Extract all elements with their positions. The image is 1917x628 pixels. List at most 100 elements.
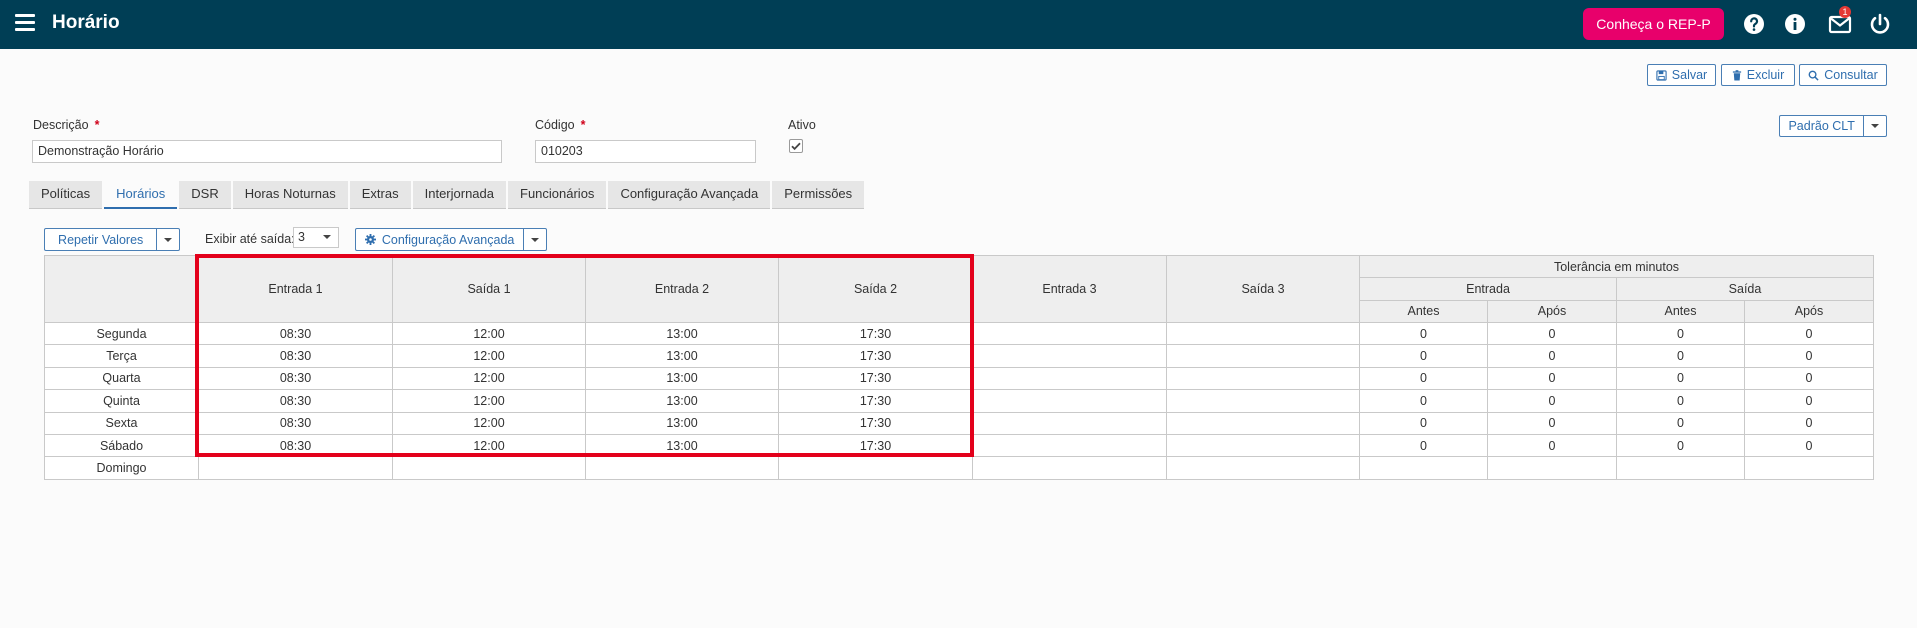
- repeat-values-button[interactable]: Repetir Valores: [45, 229, 158, 250]
- tab-interjourney[interactable]: Interjornada: [412, 181, 506, 209]
- description-field[interactable]: Demonstração Horário: [32, 140, 502, 163]
- tolerance-cell[interactable]: 0: [1487, 344, 1617, 368]
- delete-button[interactable]: Excluir: [1721, 64, 1795, 86]
- time-cell[interactable]: 13:00: [585, 321, 779, 346]
- tolerance-cell[interactable]: 0: [1487, 433, 1617, 458]
- tolerance-cell[interactable]: 0: [1487, 411, 1617, 435]
- time-cell[interactable]: [972, 321, 1167, 346]
- time-cell[interactable]: [392, 456, 586, 480]
- tolerance-cell[interactable]: 0: [1487, 321, 1617, 346]
- time-cell[interactable]: [585, 456, 779, 480]
- tolerance-cell[interactable]: 0: [1359, 411, 1488, 435]
- time-cell[interactable]: 13:00: [585, 389, 779, 413]
- help-icon[interactable]: [1742, 12, 1766, 36]
- search-button[interactable]: Consultar: [1799, 64, 1887, 86]
- tolerance-cell[interactable]: 0: [1744, 366, 1874, 391]
- tolerance-cell[interactable]: 0: [1487, 389, 1617, 413]
- show-until-select[interactable]: 3: [293, 227, 339, 248]
- time-cell[interactable]: [1166, 411, 1360, 435]
- time-cell[interactable]: 08:30: [198, 344, 393, 368]
- tolerance-cell[interactable]: 0: [1616, 411, 1745, 435]
- tolerance-cell[interactable]: 0: [1616, 344, 1745, 368]
- chevron-down-icon[interactable]: [157, 229, 179, 250]
- time-cell[interactable]: 17:30: [778, 433, 973, 458]
- time-cell[interactable]: [1166, 344, 1360, 368]
- tolerance-cell[interactable]: [1487, 456, 1617, 480]
- tolerance-cell[interactable]: 0: [1744, 321, 1874, 346]
- time-cell[interactable]: [972, 433, 1167, 458]
- time-cell[interactable]: 12:00: [392, 344, 586, 368]
- advanced-config-dropdown[interactable]: Configuração Avançada: [355, 228, 547, 251]
- info-icon[interactable]: [1783, 12, 1807, 36]
- code-field[interactable]: 010203: [535, 140, 756, 163]
- tolerance-cell[interactable]: [1616, 456, 1745, 480]
- time-cell[interactable]: 13:00: [585, 433, 779, 458]
- rep-p-button[interactable]: Conheça o REP-P: [1583, 8, 1724, 40]
- time-cell[interactable]: 12:00: [392, 366, 586, 391]
- tolerance-cell[interactable]: [1359, 456, 1488, 480]
- time-cell[interactable]: [1166, 456, 1360, 480]
- time-cell[interactable]: 13:00: [585, 344, 779, 368]
- time-cell[interactable]: [778, 456, 973, 480]
- chevron-down-icon[interactable]: [524, 229, 546, 250]
- tab-permissions[interactable]: Permissões: [772, 181, 865, 209]
- chevron-down-icon[interactable]: [1864, 116, 1886, 136]
- tolerance-cell[interactable]: 0: [1616, 321, 1745, 346]
- advanced-config-button[interactable]: Configuração Avançada: [356, 229, 525, 250]
- tab-schedules[interactable]: Horários: [104, 181, 178, 209]
- time-cell[interactable]: 12:00: [392, 389, 586, 413]
- time-cell[interactable]: 17:30: [778, 366, 973, 391]
- tolerance-cell[interactable]: [1744, 456, 1874, 480]
- time-cell[interactable]: 13:00: [585, 411, 779, 435]
- tolerance-cell[interactable]: 0: [1487, 366, 1617, 391]
- power-icon[interactable]: [1868, 12, 1892, 36]
- time-cell[interactable]: 17:30: [778, 411, 973, 435]
- active-checkbox[interactable]: [789, 139, 803, 153]
- time-cell[interactable]: 12:00: [392, 433, 586, 458]
- tolerance-cell[interactable]: 0: [1744, 411, 1874, 435]
- tolerance-cell[interactable]: 0: [1359, 389, 1488, 413]
- time-cell[interactable]: 17:30: [778, 321, 973, 346]
- tolerance-cell[interactable]: 0: [1744, 433, 1874, 458]
- time-cell[interactable]: 13:00: [585, 366, 779, 391]
- tolerance-cell[interactable]: 0: [1359, 321, 1488, 346]
- save-button[interactable]: Salvar: [1647, 64, 1716, 86]
- tab-employees[interactable]: Funcionários: [508, 181, 607, 209]
- tab-extras[interactable]: Extras: [349, 181, 411, 209]
- time-cell[interactable]: 12:00: [392, 321, 586, 346]
- time-cell[interactable]: [1166, 366, 1360, 391]
- tolerance-cell[interactable]: 0: [1359, 433, 1488, 458]
- tolerance-cell[interactable]: 0: [1616, 389, 1745, 413]
- time-cell[interactable]: 08:30: [198, 366, 393, 391]
- time-cell[interactable]: [972, 366, 1167, 391]
- menu-icon[interactable]: [15, 14, 35, 32]
- tolerance-cell[interactable]: 0: [1359, 344, 1488, 368]
- time-cell[interactable]: 08:30: [198, 433, 393, 458]
- time-cell[interactable]: 17:30: [778, 344, 973, 368]
- time-cell[interactable]: [972, 344, 1167, 368]
- repeat-values-dropdown[interactable]: Repetir Valores: [44, 228, 180, 251]
- time-cell[interactable]: 08:30: [198, 411, 393, 435]
- time-cell[interactable]: [198, 456, 393, 480]
- tab-advanced-config[interactable]: Configuração Avançada: [608, 181, 771, 209]
- time-cell[interactable]: [1166, 433, 1360, 458]
- time-cell[interactable]: 08:30: [198, 389, 393, 413]
- tolerance-cell[interactable]: 0: [1744, 389, 1874, 413]
- time-cell[interactable]: [972, 456, 1167, 480]
- time-cell[interactable]: [1166, 321, 1360, 346]
- time-cell[interactable]: 08:30: [198, 321, 393, 346]
- time-cell[interactable]: [1166, 389, 1360, 413]
- tab-policies[interactable]: Políticas: [29, 181, 103, 209]
- template-button[interactable]: Padrão CLT: [1780, 116, 1865, 136]
- tolerance-cell[interactable]: 0: [1616, 433, 1745, 458]
- tolerance-cell[interactable]: 0: [1744, 344, 1874, 368]
- time-cell[interactable]: [972, 411, 1167, 435]
- time-cell[interactable]: 12:00: [392, 411, 586, 435]
- tolerance-cell[interactable]: 0: [1359, 366, 1488, 391]
- time-cell[interactable]: [972, 389, 1167, 413]
- time-cell[interactable]: 17:30: [778, 389, 973, 413]
- tolerance-cell[interactable]: 0: [1616, 366, 1745, 391]
- template-dropdown[interactable]: Padrão CLT: [1779, 115, 1887, 137]
- tab-night-hours[interactable]: Horas Noturnas: [232, 181, 348, 209]
- tab-dsr[interactable]: DSR: [179, 181, 231, 209]
